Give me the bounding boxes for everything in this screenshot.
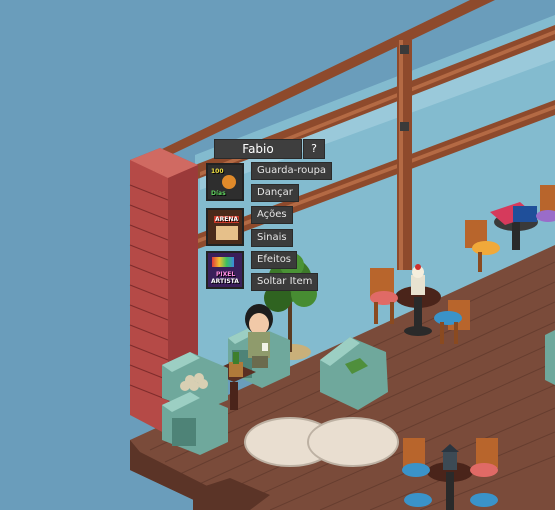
menu-item-drop-item[interactable]: Soltar Item (251, 273, 319, 291)
menu-item-signs[interactable]: Sinais (251, 229, 293, 247)
badge-pixel-artista[interactable]: PIXEL ARTISTA (206, 251, 244, 289)
menu-item-dance[interactable]: Dançar (251, 184, 299, 202)
badge-text-bottom: ARTISTA (211, 278, 239, 285)
badge-arena[interactable]: ARENA (206, 208, 244, 246)
menu-item-actions[interactable]: Ações (251, 206, 293, 224)
badge-100-days[interactable]: 100 Días (206, 163, 244, 201)
badge-text-top: 100 (211, 168, 224, 175)
menu-item-wardrobe[interactable]: Guarda-roupa (251, 162, 333, 180)
scroll-icon (216, 226, 238, 240)
laptop[interactable] (513, 206, 537, 222)
round-rug-right[interactable] (307, 417, 399, 467)
lantern[interactable] (443, 452, 457, 470)
small-cactus[interactable] (229, 362, 243, 377)
menu-item-effects[interactable]: Efeitos (251, 251, 298, 269)
game-viewport[interactable]: Fabio ? Guarda-roupa Dançar Ações Sinais… (0, 0, 555, 510)
avatar-name-title[interactable]: Fabio (214, 139, 302, 159)
rainbow-icon (212, 257, 234, 267)
badge-text-top: PIXEL (216, 271, 236, 278)
armchair-right-edge[interactable] (545, 330, 555, 385)
badge-text-top: ARENA (214, 216, 240, 223)
parrot-icon (222, 175, 236, 189)
help-button[interactable]: ? (303, 139, 325, 159)
badge-text-bottom: Días (211, 190, 226, 197)
